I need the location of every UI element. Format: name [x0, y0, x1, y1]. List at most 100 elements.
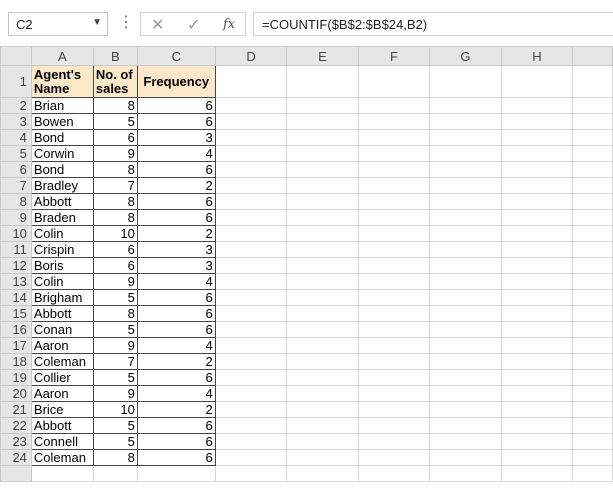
- cell[interactable]: [572, 433, 613, 450]
- cell-frequency[interactable]: 4: [136, 273, 216, 290]
- cell[interactable]: [357, 385, 431, 402]
- cell-frequency[interactable]: 4: [136, 385, 216, 402]
- cell[interactable]: [429, 337, 502, 354]
- cell-agent-name[interactable]: Aaron: [30, 337, 94, 354]
- cell[interactable]: [500, 417, 574, 434]
- cell-frequency[interactable]: 6: [136, 113, 216, 130]
- cell-no-of-sales[interactable]: 8: [92, 305, 138, 322]
- cell-frequency[interactable]: 2: [136, 225, 216, 242]
- cell[interactable]: [572, 193, 613, 210]
- header-agent-name[interactable]: Agent's Name: [30, 65, 94, 98]
- cell[interactable]: [572, 465, 613, 482]
- column-header-f[interactable]: F: [357, 46, 431, 66]
- cell[interactable]: [214, 305, 288, 322]
- cell-no-of-sales[interactable]: 7: [92, 177, 138, 194]
- cell-no-of-sales[interactable]: 7: [92, 353, 138, 370]
- cell[interactable]: [572, 65, 613, 98]
- cell-no-of-sales[interactable]: 9: [92, 385, 138, 402]
- cell[interactable]: [572, 113, 613, 130]
- row-header[interactable]: 14: [0, 289, 32, 306]
- cell[interactable]: [500, 337, 574, 354]
- cell[interactable]: [429, 385, 502, 402]
- row-header[interactable]: 3: [0, 113, 32, 130]
- cell-no-of-sales[interactable]: 5: [92, 369, 138, 386]
- row-header[interactable]: 4: [0, 129, 32, 146]
- cell[interactable]: [500, 449, 574, 466]
- cell[interactable]: [357, 161, 431, 178]
- cell[interactable]: [429, 353, 502, 370]
- cell[interactable]: [286, 65, 359, 98]
- cell-agent-name[interactable]: Braden: [30, 209, 94, 226]
- cell-agent-name[interactable]: Bond: [30, 129, 94, 146]
- cancel-icon[interactable]: ✕: [151, 15, 164, 35]
- row-header[interactable]: 2: [0, 97, 32, 114]
- cell-no-of-sales[interactable]: 9: [92, 145, 138, 162]
- cell[interactable]: [214, 177, 288, 194]
- row-header[interactable]: 15: [0, 305, 32, 322]
- row-header[interactable]: [0, 465, 32, 482]
- cell[interactable]: [357, 305, 431, 322]
- cell[interactable]: [214, 289, 288, 306]
- cell[interactable]: [429, 449, 502, 466]
- cell-no-of-sales[interactable]: 10: [92, 225, 138, 242]
- cell[interactable]: [286, 209, 359, 226]
- cell-agent-name[interactable]: Collier: [30, 369, 94, 386]
- header-no-of-sales[interactable]: No. of sales: [92, 65, 138, 98]
- cell[interactable]: [214, 241, 288, 258]
- cell[interactable]: [429, 257, 502, 274]
- cell[interactable]: [572, 177, 613, 194]
- cell[interactable]: [429, 305, 502, 322]
- column-header-c[interactable]: C: [136, 46, 216, 66]
- cell[interactable]: [429, 97, 502, 114]
- cell[interactable]: [357, 225, 431, 242]
- column-header-a[interactable]: A: [30, 46, 94, 66]
- cell[interactable]: [500, 289, 574, 306]
- cell[interactable]: [286, 177, 359, 194]
- cell[interactable]: [500, 225, 574, 242]
- cell[interactable]: [214, 273, 288, 290]
- cell[interactable]: [572, 449, 613, 466]
- cell[interactable]: [429, 417, 502, 434]
- cell-frequency[interactable]: 3: [136, 257, 216, 274]
- cell-agent-name[interactable]: Coleman: [30, 449, 94, 466]
- cell[interactable]: [214, 433, 288, 450]
- cell[interactable]: [357, 337, 431, 354]
- cell[interactable]: [429, 241, 502, 258]
- cell[interactable]: [357, 369, 431, 386]
- row-header[interactable]: 20: [0, 385, 32, 402]
- cell[interactable]: [500, 97, 574, 114]
- cell[interactable]: [500, 465, 574, 482]
- cell-no-of-sales[interactable]: 5: [92, 433, 138, 450]
- name-box[interactable]: C2 ▼: [8, 12, 108, 36]
- cell[interactable]: [214, 97, 288, 114]
- cell[interactable]: [214, 321, 288, 338]
- formula-input[interactable]: =COUNTIF($B$2:$B$24,B2): [253, 12, 613, 36]
- cell-agent-name[interactable]: Boris: [30, 257, 94, 274]
- column-header-next[interactable]: [572, 46, 613, 66]
- cell-frequency[interactable]: 6: [136, 289, 216, 306]
- cell[interactable]: [572, 145, 613, 162]
- row-header[interactable]: 10: [0, 225, 32, 242]
- cell-frequency[interactable]: 6: [136, 433, 216, 450]
- cell[interactable]: [286, 369, 359, 386]
- cell[interactable]: [286, 401, 359, 418]
- cell-frequency[interactable]: 6: [136, 161, 216, 178]
- cell-agent-name[interactable]: Bond: [30, 161, 94, 178]
- cell-agent-name[interactable]: Brigham: [30, 289, 94, 306]
- cell[interactable]: [500, 385, 574, 402]
- cell[interactable]: [214, 193, 288, 210]
- cell[interactable]: [286, 161, 359, 178]
- cell[interactable]: [429, 209, 502, 226]
- cell[interactable]: [429, 401, 502, 418]
- cell[interactable]: [286, 97, 359, 114]
- cell-frequency[interactable]: 4: [136, 337, 216, 354]
- row-header[interactable]: 17: [0, 337, 32, 354]
- column-header-d[interactable]: D: [214, 46, 288, 66]
- select-all-corner[interactable]: [0, 46, 32, 66]
- cell[interactable]: [429, 113, 502, 130]
- cell[interactable]: [500, 193, 574, 210]
- cell[interactable]: [286, 433, 359, 450]
- cell-frequency[interactable]: 4: [136, 145, 216, 162]
- cell[interactable]: [429, 433, 502, 450]
- cell-frequency[interactable]: 3: [136, 241, 216, 258]
